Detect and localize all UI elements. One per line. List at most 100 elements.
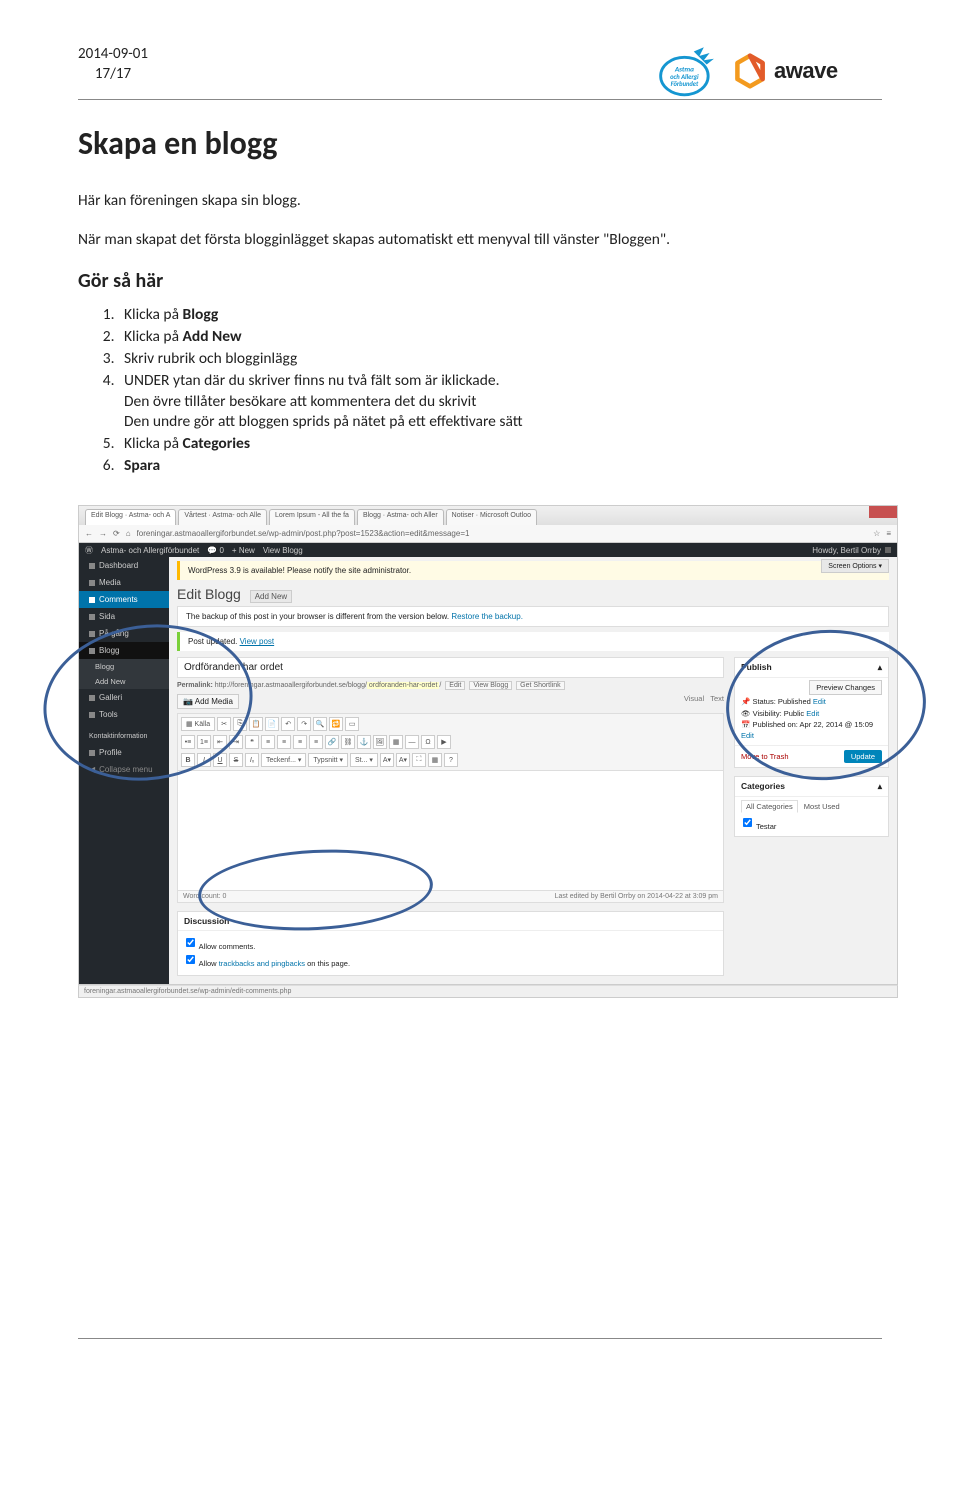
permalink-slug[interactable]: ordforanden-har-ordet	[367, 682, 440, 689]
view-post-link[interactable]: View post	[240, 637, 275, 646]
wp-new-link[interactable]: + New	[232, 546, 255, 555]
tb-alignj-icon[interactable]: ≡	[309, 735, 323, 749]
browser-tab[interactable]: Notiser · Microsoft Outloo	[446, 509, 537, 525]
tb-alignc-icon[interactable]: ≡	[277, 735, 291, 749]
tb-bold-icon[interactable]: B	[181, 753, 195, 767]
post-title-input[interactable]: Ordföranden har ordet	[177, 657, 724, 678]
sidebar-tools[interactable]: Tools	[79, 706, 169, 723]
browser-tab[interactable]: Vårtest · Astma- och Alle	[178, 509, 267, 525]
wp-howdy[interactable]: Howdy, Bertil Orrby	[812, 546, 891, 555]
tb-paste-icon[interactable]: 📋	[249, 717, 263, 731]
tb-hr-icon[interactable]: —	[405, 735, 419, 749]
bookmark-icon[interactable]: ☆	[873, 529, 880, 538]
tb-italic-icon[interactable]: I	[197, 753, 211, 767]
tb-alignl-icon[interactable]: ≡	[261, 735, 275, 749]
sidebar-collapse[interactable]: ◀Collapse menu	[79, 761, 169, 778]
tb-alignr-icon[interactable]: ≡	[293, 735, 307, 749]
tb-ul-icon[interactable]: •≡	[181, 735, 195, 749]
tb-pastetext-icon[interactable]: 📄	[265, 717, 279, 731]
preview-button[interactable]: Preview Changes	[809, 680, 882, 695]
tb-unlink-icon[interactable]: ⛓	[341, 735, 355, 749]
tb-size-select[interactable]: St... ▾	[350, 753, 378, 767]
sidebar-pagang[interactable]: På gång	[79, 625, 169, 642]
cat-tab-most[interactable]: Most Used	[800, 801, 844, 812]
tb-remove-icon[interactable]: Iₓ	[245, 753, 259, 767]
visibility-edit-link[interactable]: Edit	[806, 709, 819, 718]
move-to-trash-link[interactable]: Move to Trash	[741, 752, 789, 761]
sidebar-blogg-sub[interactable]: Blogg	[79, 659, 169, 674]
add-media-button[interactable]: 📷 Add Media	[177, 694, 239, 709]
tb-table-icon[interactable]: ▦	[389, 735, 403, 749]
wp-logo-icon[interactable]: Ⓦ	[85, 545, 93, 556]
wp-view-link[interactable]: View Blogg	[263, 546, 303, 555]
sidebar-dashboard[interactable]: Dashboard	[79, 557, 169, 574]
tb-char-icon[interactable]: Ω	[421, 735, 435, 749]
nav-home-icon[interactable]: ⌂	[126, 529, 131, 538]
tb-find-icon[interactable]: 🔍	[313, 717, 327, 731]
tb-help-icon[interactable]: ?	[444, 753, 458, 767]
publish-heading[interactable]: Publish▴	[735, 658, 888, 678]
wp-site-name[interactable]: Astma- och Allergiförbundet	[101, 546, 199, 555]
tb-strike-icon[interactable]: S	[229, 753, 243, 767]
nav-fwd-icon[interactable]: →	[99, 529, 107, 538]
browser-tab[interactable]: Lorem Ipsum - All the fa	[269, 509, 355, 525]
tb-kalla[interactable]: ▦ Källa	[181, 717, 215, 731]
permalink-view-button[interactable]: View Blogg	[469, 681, 512, 690]
sidebar-kontakt[interactable]: Kontaktinformation	[79, 729, 169, 744]
wp-comments-icon[interactable]: 💬 0	[207, 546, 224, 555]
tb-outdent-icon[interactable]: ⇤	[213, 735, 227, 749]
sidebar-galleri[interactable]: Galleri	[79, 689, 169, 706]
sidebar-profile[interactable]: Profile	[79, 744, 169, 761]
tb-textcolor-icon[interactable]: A▾	[380, 753, 394, 767]
window-close-icon[interactable]	[869, 506, 897, 518]
tb-indent-icon[interactable]: ⇥	[229, 735, 243, 749]
tb-replace-icon[interactable]: 🔁	[329, 717, 343, 731]
permalink-shortlink-button[interactable]: Get Shortlink	[516, 681, 564, 690]
permalink-edit-button[interactable]: Edit	[445, 681, 465, 690]
tb-undo-icon[interactable]: ↶	[281, 717, 295, 731]
tb-redo-icon[interactable]: ↷	[297, 717, 311, 731]
tb-blocks-icon[interactable]: ▦	[428, 753, 442, 767]
browser-tab[interactable]: Edit Blogg · Astma- och A	[85, 509, 176, 525]
add-new-button[interactable]: Add New	[250, 590, 292, 603]
tb-cut-icon[interactable]: ✂	[217, 717, 231, 731]
screen-options-button[interactable]: Screen Options ▾	[821, 559, 889, 573]
url-input[interactable]: foreningar.astmaoallergiforbundet.se/wp-…	[137, 529, 868, 538]
nav-back-icon[interactable]: ←	[85, 529, 93, 538]
editor-content[interactable]	[177, 771, 724, 891]
tb-font-select[interactable]: Typsnitt ▾	[308, 753, 348, 767]
status-edit-link[interactable]: Edit	[813, 697, 826, 706]
tb-copy-icon[interactable]: ⎘	[233, 717, 247, 731]
sidebar-media[interactable]: Media	[79, 574, 169, 591]
browser-tab[interactable]: Blogg · Astma- och Aller	[357, 509, 444, 525]
sidebar-sida[interactable]: Sida	[79, 608, 169, 625]
allow-comments-checkbox[interactable]: Allow comments.	[184, 936, 717, 951]
date-edit-link[interactable]: Edit	[741, 731, 754, 740]
tb-format-select[interactable]: Teckenf... ▾	[261, 753, 306, 767]
discussion-heading[interactable]: Discussion	[178, 912, 723, 931]
tb-quote-icon[interactable]: ❝	[245, 735, 259, 749]
tab-visual[interactable]: Visual	[684, 694, 704, 703]
tb-anchor-icon[interactable]: ⚓	[357, 735, 371, 749]
tb-select-icon[interactable]: ▭	[345, 717, 359, 731]
sidebar-addnew-sub[interactable]: Add New	[79, 674, 169, 689]
tb-bgcolor-icon[interactable]: A▾	[396, 753, 410, 767]
categories-heading[interactable]: Categories▴	[735, 777, 888, 797]
cat-tab-all[interactable]: All Categories	[741, 800, 798, 813]
nav-reload-icon[interactable]: ⟳	[113, 529, 120, 538]
allow-trackbacks-checkbox[interactable]: Allow trackbacks and pingbacks on this p…	[184, 953, 717, 968]
sidebar-comments[interactable]: Comments	[79, 591, 169, 608]
sidebar-blogg[interactable]: Blogg	[79, 642, 169, 659]
tab-text[interactable]: Text	[710, 694, 724, 703]
tb-image-icon[interactable]: 🖼	[373, 735, 387, 749]
tb-underline-icon[interactable]: U	[213, 753, 227, 767]
menu-icon[interactable]: ≡	[886, 529, 891, 538]
update-button[interactable]: Update	[844, 750, 882, 763]
category-item[interactable]: Testar	[741, 822, 776, 831]
tb-ol-icon[interactable]: 1≡	[197, 735, 211, 749]
tb-max-icon[interactable]: ⛶	[412, 753, 426, 767]
tb-embed-icon[interactable]: ▶	[437, 735, 451, 749]
restore-backup-link[interactable]: Restore the backup.	[451, 612, 523, 621]
trackbacks-link[interactable]: trackbacks and pingbacks	[219, 959, 305, 968]
tb-link-icon[interactable]: 🔗	[325, 735, 339, 749]
